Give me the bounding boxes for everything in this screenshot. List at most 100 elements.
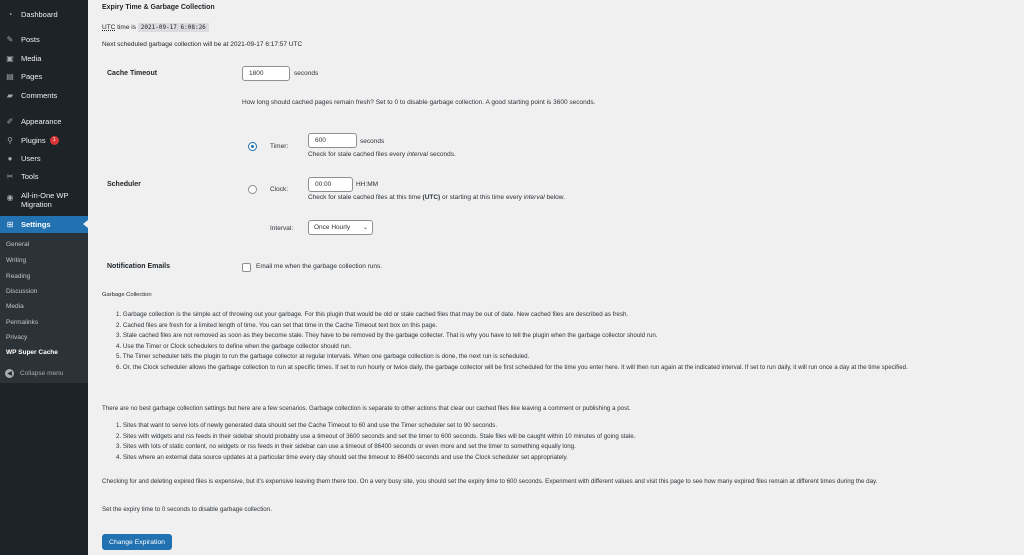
sidebar-item-comments[interactable]: ▰ Comments	[0, 90, 88, 100]
submenu-item-wp-super-cache[interactable]: WP Super Cache	[6, 349, 58, 356]
settings-submenu: General Writing Reading Discussion Media…	[0, 233, 88, 383]
sidebar-item-label: Media	[21, 53, 42, 63]
scenarios-list: 1. Sites that want to serve lots of newl…	[102, 421, 1002, 463]
notification-email-text: Email me when the garbage collection run…	[256, 263, 383, 270]
sidebar-item-users[interactable]: ● Users	[0, 153, 88, 163]
sidebar-item-label-line2: Migration	[21, 200, 52, 209]
interval-select[interactable]: Once Hourly ⌄	[308, 220, 373, 235]
chevron-down-icon: ⌄	[362, 225, 368, 231]
user-icon: ●	[7, 153, 13, 163]
main-content: Expiry Time & Garbage Collection UTC tim…	[88, 0, 1024, 555]
sidebar-item-label: Users	[21, 153, 41, 163]
collapse-menu-label: Collapse menu	[20, 370, 64, 377]
sidebar-item-media[interactable]: ▣ Media	[0, 53, 88, 63]
sidebar-item-label: Appearance	[21, 116, 62, 126]
clock-desc-e: below.	[544, 194, 565, 201]
cache-timeout-unit: seconds	[294, 70, 319, 77]
sidebar-item-appearance[interactable]: ✐ Appearance	[0, 116, 88, 126]
wrench-icon: ✂	[6, 171, 14, 181]
scenarios-intro: There are no best garbage collection set…	[102, 405, 631, 412]
dashboard-icon: ◔	[7, 9, 13, 19]
timer-desc-c: seconds.	[427, 151, 456, 158]
sidebar-item-label: Pages	[21, 71, 43, 81]
timer-desc-a: Check for stale cached files every	[308, 151, 407, 158]
timer-label: Timer:	[270, 143, 289, 150]
scenario-item: 4. Sites where an external data source u…	[116, 453, 568, 461]
clock-desc-b: (UTC)	[422, 194, 441, 201]
section-title: Expiry Time & Garbage Collection	[102, 4, 215, 11]
submenu-item-reading[interactable]: Reading	[6, 273, 30, 280]
sidebar-item-tools[interactable]: ✂ Tools	[0, 171, 88, 181]
collapse-arrow-icon: ◀	[5, 369, 14, 378]
disable-note: Set the expiry time to 0 seconds to disa…	[102, 506, 272, 513]
clock-radio[interactable]	[248, 185, 257, 194]
clock-unit: HH:MM	[356, 181, 379, 188]
sidebar-item-plugins[interactable]: ⚲ Plugins 1	[0, 135, 88, 145]
cache-timeout-input[interactable]: 1800	[242, 66, 290, 81]
sidebar-item-posts[interactable]: ✎ Posts	[0, 34, 88, 44]
brush-icon: ✐	[6, 116, 14, 126]
scenario-item: 3. Sites with lots of static content, no…	[116, 443, 576, 451]
change-expiration-button[interactable]: Change Expiration	[102, 534, 172, 550]
sidebar-item-label-wrap: All-in-One WP Migration	[21, 191, 69, 209]
interval-selected-value: Once Hourly	[314, 224, 351, 231]
utc-time-prefix: time is	[115, 24, 138, 31]
plugin-icon: ⚲	[7, 135, 13, 145]
gc-list-item: 1. Garbage collection is the simple act …	[116, 311, 629, 318]
clock-desc-d: interval	[523, 194, 545, 201]
sidebar-item-migration[interactable]: ◉ All-in-One WP Migration	[0, 191, 88, 209]
sidebar-item-dashboard[interactable]: ◔ Dashboard	[0, 9, 88, 19]
expensive-note: Checking for and deleting expired files …	[102, 478, 878, 485]
gc-list-item: 5. The Timer scheduler tells the plugin …	[116, 353, 530, 361]
sidebar-item-label: Dashboard	[21, 9, 58, 19]
submenu-item-writing[interactable]: Writing	[6, 257, 26, 264]
submenu-item-discussion[interactable]: Discussion	[6, 288, 37, 295]
gc-list-item: 6. Or, the Clock scheduler allows the ga…	[116, 363, 908, 371]
timer-radio[interactable]	[248, 142, 257, 151]
next-gc-text: Next scheduled garbage collection will b…	[102, 41, 303, 48]
pin-icon: ✎	[6, 34, 14, 44]
collapse-menu-button[interactable]: ◀ Collapse menu	[0, 369, 88, 378]
clock-input[interactable]: 00:00	[308, 177, 353, 192]
gc-list: 1. Garbage collection is the simple act …	[102, 310, 1002, 374]
update-count-badge: 1	[49, 135, 59, 145]
scheduler-label: Scheduler	[107, 181, 141, 188]
gc-list-item: 3. Stale cached files are not removed as…	[116, 332, 658, 340]
sidebar-item-pages[interactable]: ▤ Pages	[0, 71, 88, 81]
timer-input[interactable]: 600	[308, 133, 357, 148]
timer-unit: seconds	[360, 138, 385, 145]
utc-abbr: UTC	[102, 24, 116, 31]
timer-description: Check for stale cached files every inter…	[308, 151, 456, 158]
pages-icon: ▤	[6, 71, 14, 81]
sidebar-item-label: Posts	[21, 34, 40, 44]
gc-section-title: Garbage Collection	[102, 292, 152, 298]
submenu-item-general[interactable]: General	[6, 241, 29, 248]
submenu-item-privacy[interactable]: Privacy	[6, 334, 27, 341]
clock-label: Clock:	[270, 186, 289, 193]
scenario-item: 1. Sites that want to serve lots of newl…	[116, 422, 498, 429]
settings-icon: ⊞	[6, 220, 14, 229]
scenario-item: 2. Sites with widgets and rss feeds in t…	[116, 432, 636, 440]
notification-email-checkbox[interactable]	[242, 263, 251, 272]
sidebar-item-label: Plugins	[21, 135, 46, 145]
timer-desc-b: interval	[407, 151, 428, 158]
cache-timeout-description: How long should cached pages remain fres…	[242, 99, 596, 106]
utc-time-value: 2021-09-17 6:08:26	[137, 23, 209, 32]
cache-timeout-label: Cache Timeout	[107, 70, 158, 77]
sidebar-item-settings[interactable]: ⊞ Settings	[0, 216, 88, 233]
sidebar-item-label: Settings	[21, 220, 51, 229]
interval-label: Interval:	[270, 225, 294, 232]
gc-list-item: 2. Cached files are fresh for a limited …	[116, 321, 438, 329]
clock-desc-a: Check for stale cached files at this tim…	[308, 194, 423, 201]
submenu-item-permalinks[interactable]: Permalinks	[6, 319, 38, 326]
sidebar-item-label: All-in-One WP	[21, 191, 69, 200]
utc-time-line: UTC time is 2021-09-17 6:08:26	[102, 23, 209, 32]
gc-list-item: 4. Use the Timer or Clock schedulers to …	[116, 342, 352, 350]
media-icon: ▣	[6, 53, 14, 63]
clock-description: Check for stale cached files at this tim…	[308, 194, 565, 201]
clock-desc-c: or starting at this time every	[440, 194, 524, 201]
notification-emails-label: Notification Emails	[107, 263, 171, 270]
admin-sidebar: ◔ Dashboard ✎ Posts ▣ Media ▤ Pages ▰ Co…	[0, 0, 88, 555]
submenu-item-media[interactable]: Media	[6, 303, 24, 310]
migration-icon: ◉	[6, 192, 14, 202]
